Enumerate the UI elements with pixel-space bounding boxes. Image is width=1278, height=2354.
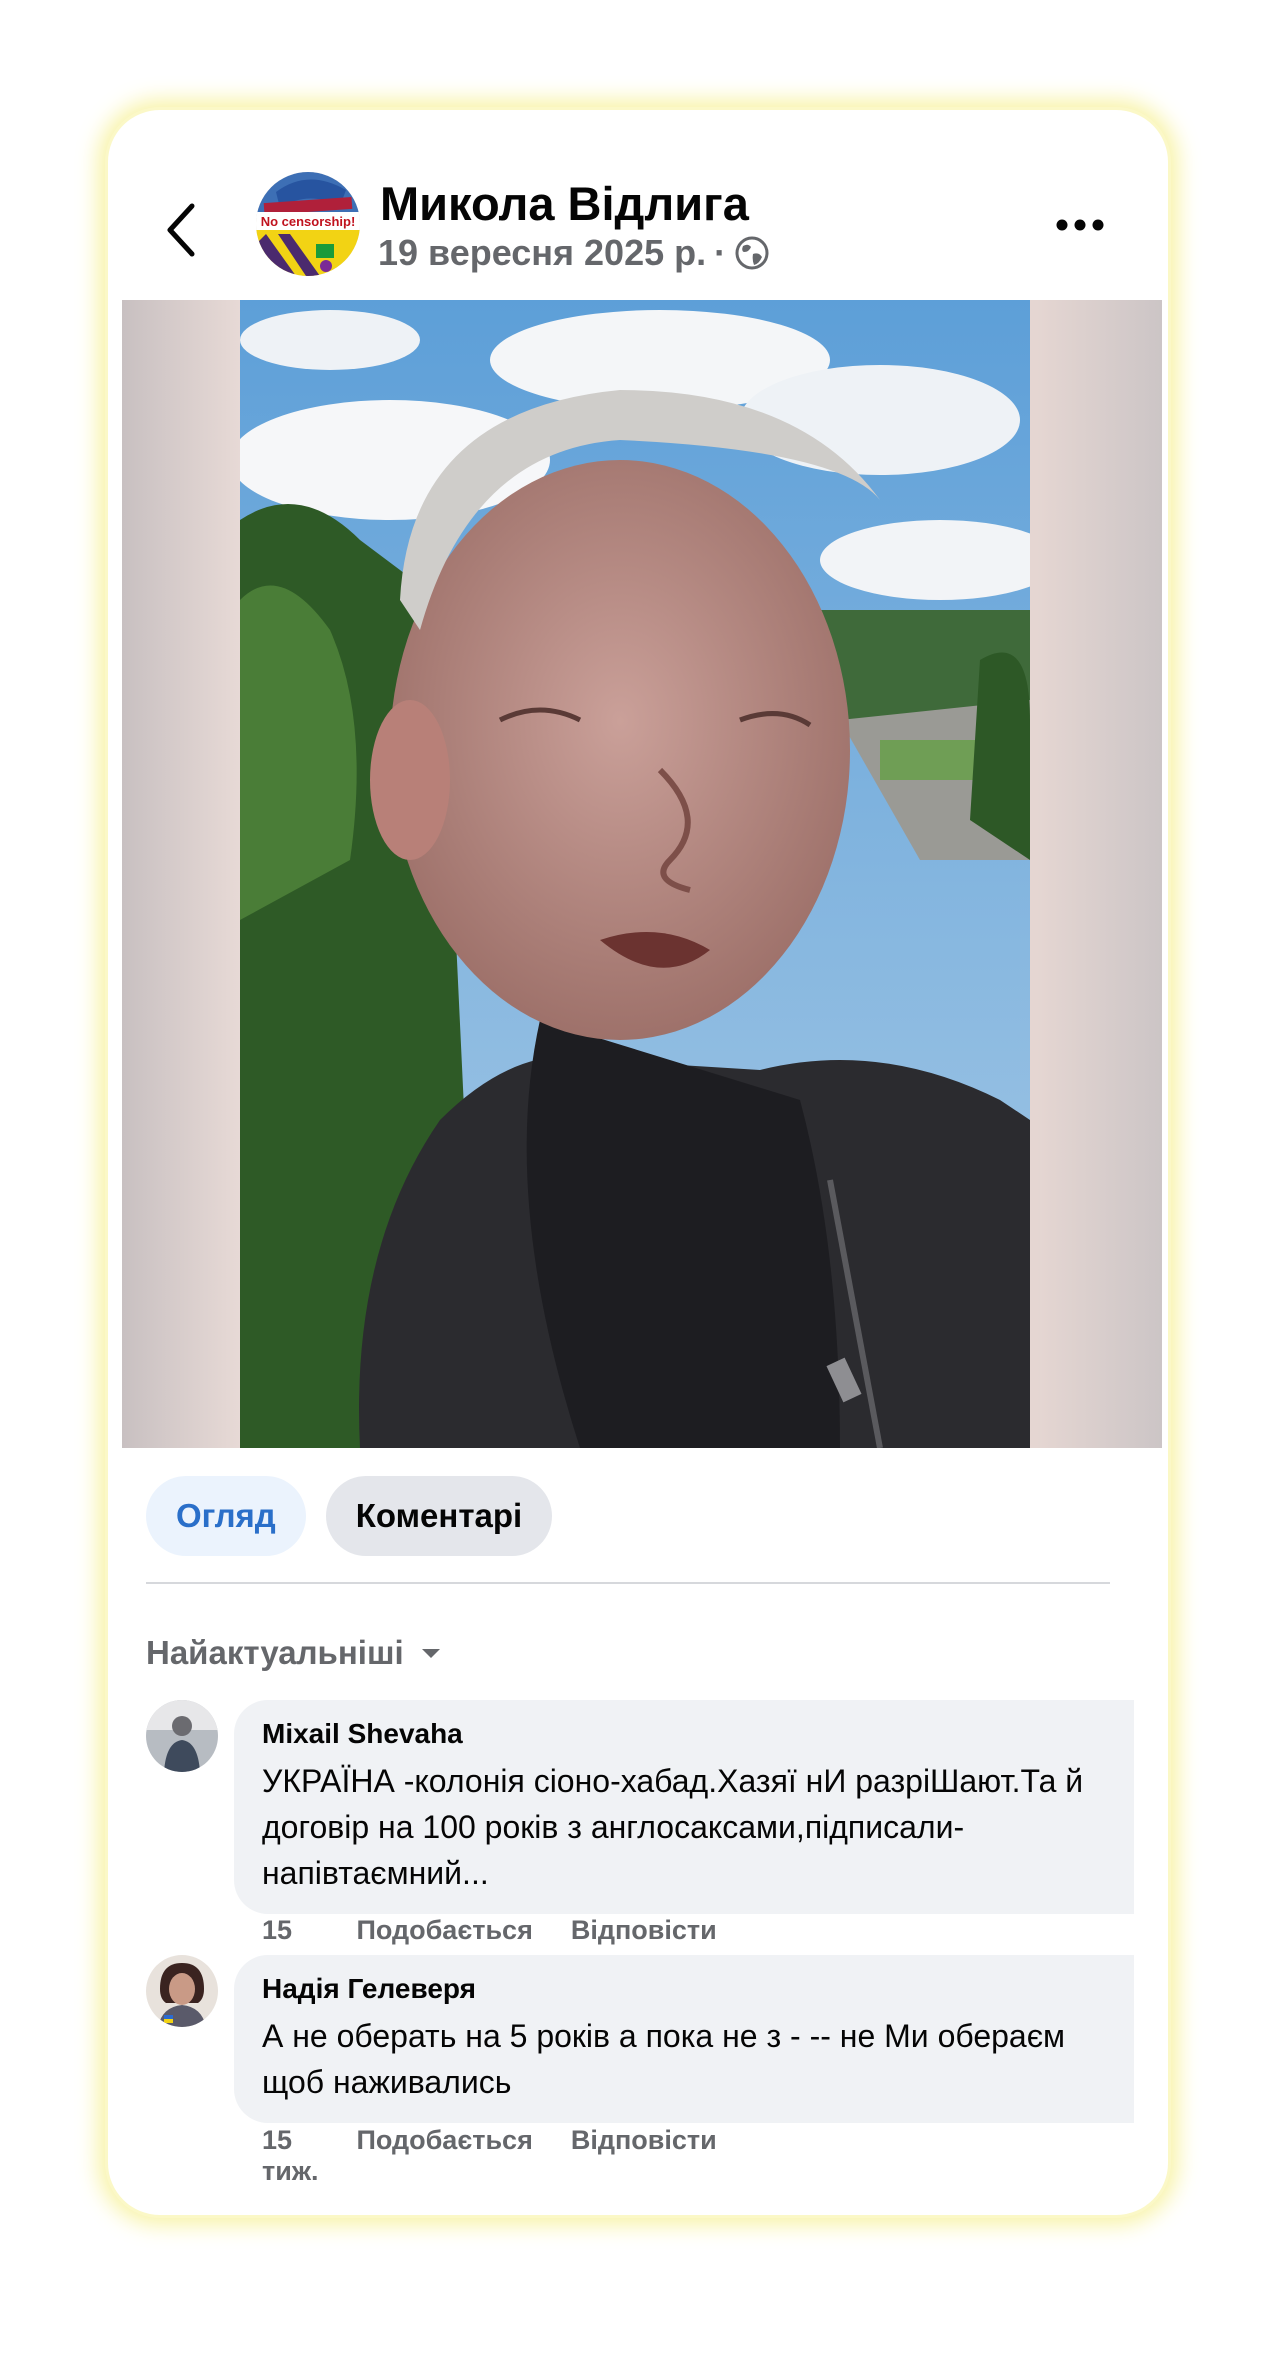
commenter-avatar-image	[146, 1700, 218, 1772]
globe-icon	[735, 236, 769, 270]
author-name[interactable]: Микола Відлига	[380, 176, 749, 231]
post-meta: 19 вересня 2025 р. ·	[378, 232, 770, 274]
more-horizontal-icon	[1056, 219, 1104, 231]
comment-bubble: Mixail Shevaha УКРАЇНА -колонія сіоно-ха…	[234, 1700, 1134, 1914]
post-card: No censorship! Микола Відлига 19 вересня…	[108, 110, 1168, 2215]
chevron-left-icon	[167, 203, 195, 257]
post-tabs: Огляд Коментарі	[146, 1476, 553, 1556]
video-player[interactable]	[122, 300, 1162, 1448]
video-frame	[240, 300, 1030, 1448]
post-date[interactable]: 19 вересня 2025 р.	[378, 232, 706, 274]
avatar-lettering: No censorship!	[261, 214, 356, 229]
meta-separator: ·	[714, 232, 727, 273]
commenter-name[interactable]: Mixail Shevaha	[262, 1718, 1106, 1750]
commenter-avatar[interactable]	[146, 1700, 218, 1772]
tabs-divider	[146, 1582, 1110, 1584]
avatar-image: No censorship!	[256, 172, 360, 276]
tab-comments[interactable]: Коментарі	[325, 1476, 553, 1556]
author-avatar[interactable]: No censorship!	[256, 172, 360, 276]
more-options-button[interactable]	[1050, 210, 1110, 240]
like-button[interactable]: Подобається	[356, 2125, 532, 2187]
comment-actions: 15 тиж. Подобається Відповісти	[262, 2125, 717, 2187]
comment-time: 15 тиж.	[262, 2125, 319, 2186]
commenter-name[interactable]: Надія Гелеверя	[262, 1973, 1106, 2005]
comment-text: А не оберать на 5 років а пока не з - --…	[262, 2018, 1066, 2100]
back-button[interactable]	[158, 202, 206, 258]
tab-overview[interactable]: Огляд	[146, 1476, 306, 1556]
caret-down-icon	[421, 1649, 440, 1658]
commenter-avatar[interactable]	[146, 1955, 218, 2027]
commenter-avatar-image	[146, 1955, 218, 2027]
sort-label: Найактуальніші	[146, 1634, 404, 1671]
comment-text: УКРАЇНА -колонія сіоно-хабад.Хазяї нИ ра…	[262, 1763, 1084, 1891]
comment-bubble: Надія Гелеверя А не оберать на 5 років а…	[234, 1955, 1134, 2123]
video-thumbnail	[240, 300, 1030, 1448]
reply-button[interactable]: Відповісти	[571, 2125, 717, 2187]
post-header: No censorship! Микола Відлига 19 вересня…	[108, 110, 1168, 300]
comment-sort-dropdown[interactable]: Найактуальніші	[146, 1634, 442, 1672]
